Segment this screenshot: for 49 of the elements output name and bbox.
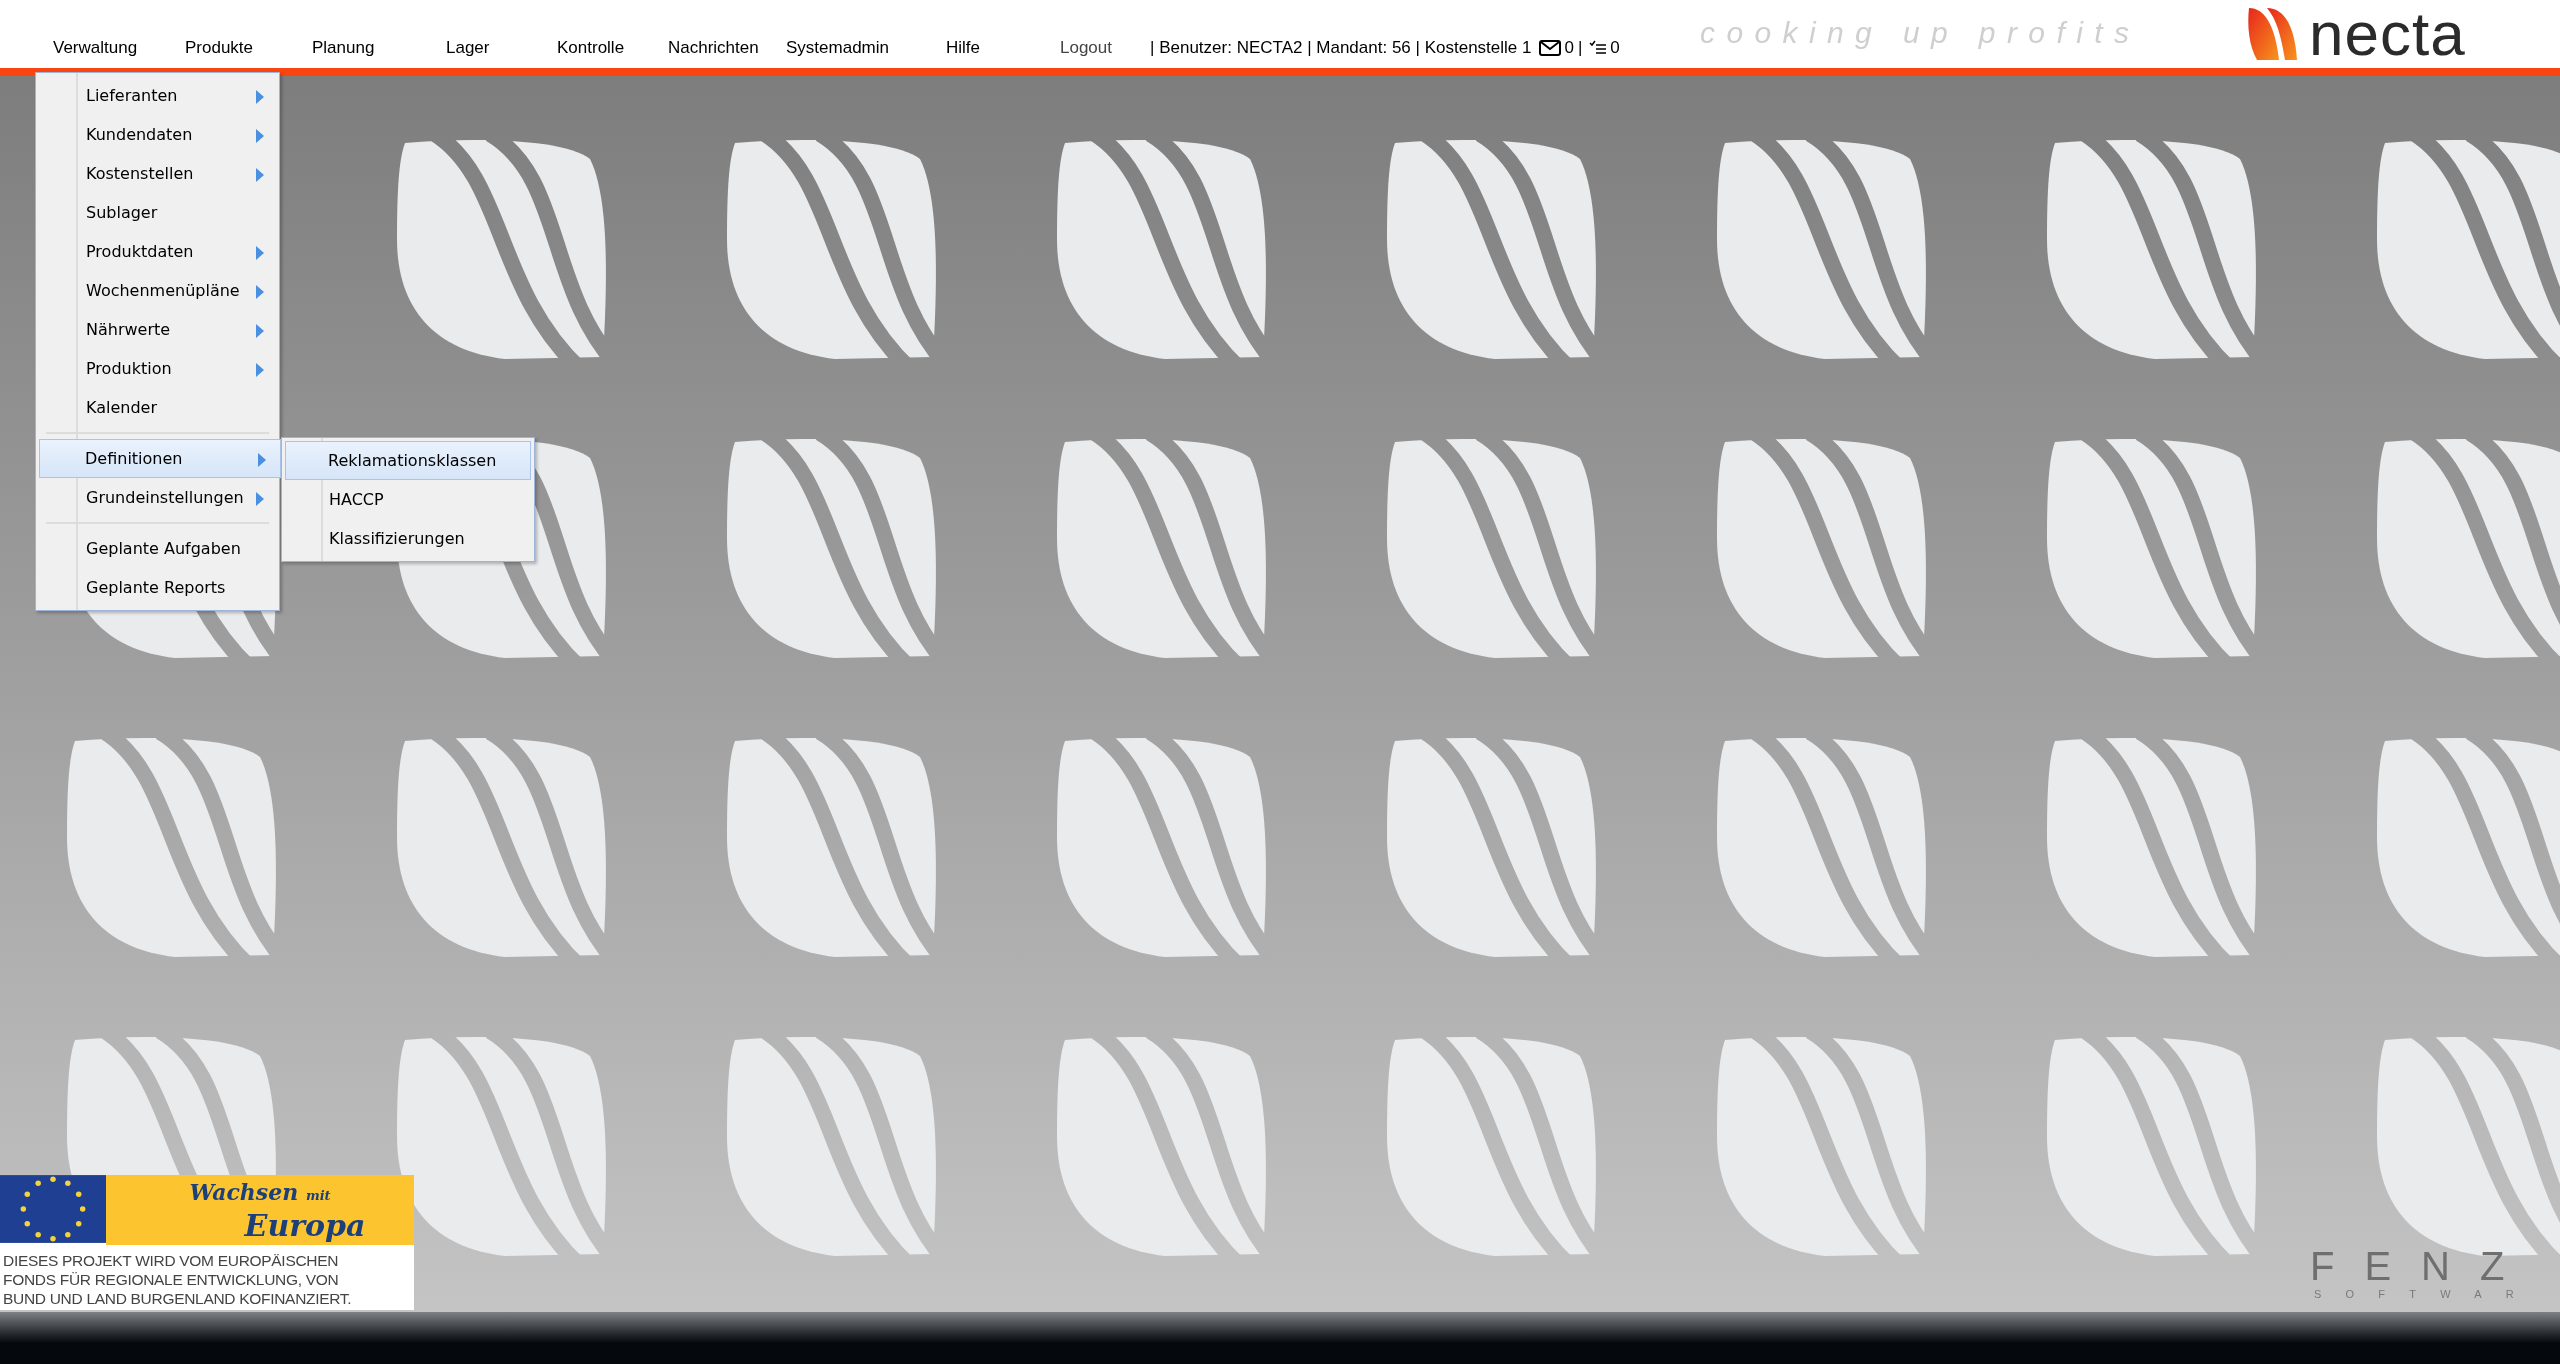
eu-flag-icon xyxy=(0,1175,106,1243)
menu-item[interactable]: Kostenstellen xyxy=(36,154,279,193)
user-status-text: | Benutzer: NECTA2 | Mandant: 56 | Kostenstelle 1 xyxy=(1150,38,1532,58)
menu-item[interactable]: Geplante Reports xyxy=(36,568,279,607)
menu-item[interactable]: Lieferanten xyxy=(36,76,279,115)
submenu-arrow-icon xyxy=(256,90,264,104)
menu-item[interactable]: Produktdaten xyxy=(36,232,279,271)
nav-menu-item[interactable]: Planung xyxy=(312,38,446,58)
brand-name: necta xyxy=(2309,6,2466,62)
nav-menu-item[interactable]: Hilfe xyxy=(946,38,1060,58)
nav-menu-item[interactable]: Verwaltung xyxy=(53,38,185,58)
menu-item[interactable]: Nährwerte xyxy=(36,310,279,349)
envelope-icon[interactable] xyxy=(1539,40,1562,56)
separator-text: | xyxy=(1577,38,1583,58)
menu-item[interactable]: Definitionen xyxy=(39,439,281,478)
vendor-logo-text: FENZ xyxy=(2310,1244,2535,1288)
menu-item[interactable]: Sublager xyxy=(36,193,279,232)
submenu-arrow-icon xyxy=(256,492,264,506)
nav-menu-item[interactable]: Nachrichten xyxy=(668,38,786,58)
message-count: 0 xyxy=(1564,38,1574,58)
menu-item[interactable]: Grundeinstellungen xyxy=(36,478,279,517)
submenu-arrow-icon xyxy=(258,453,266,467)
task-count: 0 xyxy=(1610,38,1620,58)
menu-item[interactable]: Kalender xyxy=(36,388,279,427)
logout-link[interactable]: Logout xyxy=(1060,38,1150,58)
menu-item[interactable]: Kundendaten xyxy=(36,115,279,154)
submenu-arrow-icon xyxy=(256,363,264,377)
submenu-item[interactable]: Reklamationsklassen xyxy=(285,441,531,480)
menu-item[interactable]: Wochenmenüpläne xyxy=(36,271,279,310)
task-list-icon[interactable] xyxy=(1589,40,1608,56)
funding-notice-text: BUND UND LAND BURGENLAND KOFINANZIERT. xyxy=(3,1289,353,1308)
submenu-arrow-icon xyxy=(256,324,264,338)
nav-menu-item[interactable]: Systemadmin xyxy=(786,38,946,58)
submenu-arrow-icon xyxy=(256,168,264,182)
submenu-arrow-icon xyxy=(256,129,264,143)
funding-notice-text: FONDS FÜR REGIONALE ENTWICKLUNG, VON xyxy=(3,1270,340,1289)
nav-menu-item[interactable]: Kontrolle xyxy=(557,38,668,58)
banner-title: Europa xyxy=(243,1209,366,1243)
nav-menu-item[interactable]: Lager xyxy=(446,38,557,58)
submenu-item[interactable]: Klassifizierungen xyxy=(282,519,534,558)
funding-notice-text: DIESES PROJEKT WIRD VOM EUROPÄISCHEN xyxy=(3,1251,340,1270)
banner-title: Wachsen mit xyxy=(189,1179,331,1207)
menu-item[interactable]: Produktion xyxy=(36,349,279,388)
submenu-item[interactable]: HACCP xyxy=(282,480,534,519)
submenu-arrow-icon xyxy=(256,285,264,299)
nav-menu-item[interactable]: Produkte xyxy=(185,38,312,58)
vendor-logo-subtitle: SOFTWAR xyxy=(2314,1288,2538,1300)
submenu-arrow-icon xyxy=(256,246,264,260)
menu-item[interactable]: Geplante Aufgaben xyxy=(36,529,279,568)
